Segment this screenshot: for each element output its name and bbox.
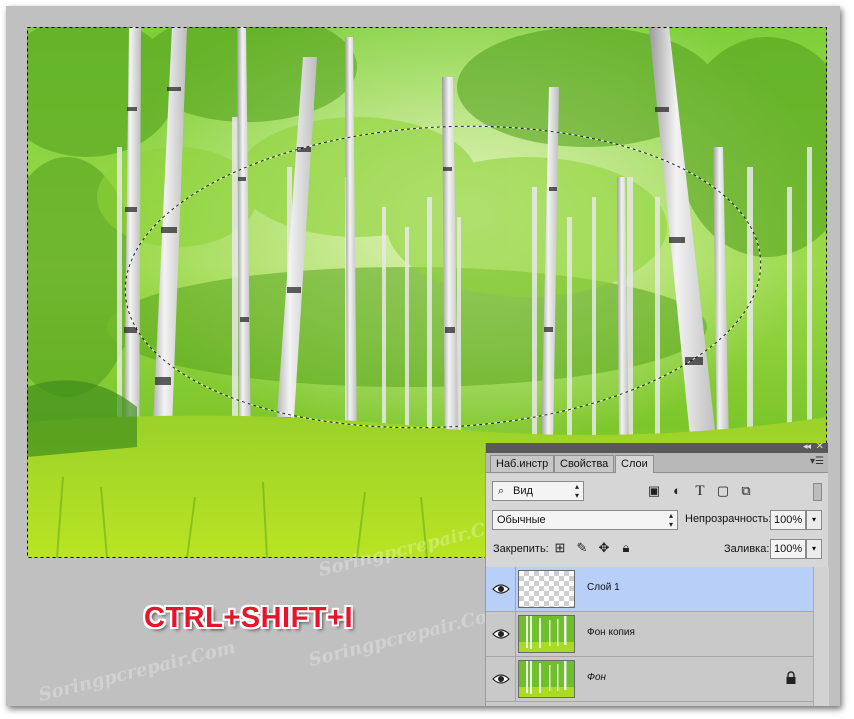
watermark: Soringpcrepair.Com bbox=[36, 636, 238, 706]
layer-name[interactable]: Фон копия bbox=[587, 627, 635, 638]
eye-icon[interactable] bbox=[492, 671, 510, 687]
blend-mode-value: Обычные bbox=[497, 514, 546, 526]
layer-filter-label: Вид bbox=[513, 485, 533, 497]
layer-thumbnail[interactable] bbox=[518, 570, 575, 608]
panel-title-bar: ◂◂ ✕ bbox=[486, 441, 828, 453]
search-icon: ⌕ bbox=[498, 485, 505, 497]
layer-name[interactable]: Слой 1 bbox=[587, 582, 620, 593]
lock-position-icon[interactable]: ✥ bbox=[596, 540, 612, 556]
tab-layers[interactable]: Слои bbox=[615, 455, 654, 473]
chevron-updown-icon: ▴ ▾ bbox=[668, 511, 673, 529]
eye-icon[interactable] bbox=[492, 626, 510, 642]
lock-all-icon[interactable]: 🔒︎ bbox=[618, 540, 634, 556]
collapse-panel-icon[interactable]: ◂◂ bbox=[803, 441, 811, 452]
eye-icon[interactable] bbox=[492, 581, 510, 597]
layers-list: Слой 1 Фон копия Фон bbox=[486, 567, 813, 706]
opacity-input[interactable]: 100% bbox=[770, 510, 806, 530]
layers-scrollbar[interactable] bbox=[813, 567, 829, 706]
lock-brush-icon[interactable]: ✎ bbox=[574, 540, 590, 556]
layer-row-background[interactable]: Фон bbox=[486, 657, 813, 702]
photoshop-window: Soringpcrepair.Com Soringpcrepair.Com So… bbox=[6, 6, 840, 706]
lock-pixels-icon[interactable]: ⊞ bbox=[552, 540, 568, 556]
fill-input[interactable]: 100% bbox=[770, 539, 806, 559]
filter-toggle-switch[interactable] bbox=[813, 483, 822, 501]
layer-row-layer1[interactable]: Слой 1 bbox=[486, 567, 813, 612]
fill-dropdown-button[interactable]: ▾ bbox=[806, 539, 822, 559]
visibility-divider bbox=[515, 657, 516, 701]
close-panel-icon[interactable]: ✕ bbox=[816, 441, 824, 452]
layer-filter-dropdown[interactable]: ⌕ Вид ▴ ▾ bbox=[492, 481, 584, 501]
layer-name[interactable]: Фон bbox=[587, 672, 606, 683]
lock-icon bbox=[786, 671, 796, 684]
tab-tool-presets[interactable]: Наб.инстр bbox=[490, 455, 555, 472]
opacity-dropdown-button[interactable]: ▾ bbox=[806, 510, 822, 530]
layer-thumbnail[interactable] bbox=[518, 660, 575, 698]
shape-filter-icon[interactable]: ▢ bbox=[715, 483, 731, 499]
opacity-label: Непрозрачность: bbox=[685, 513, 772, 525]
panel-menu-icon[interactable]: ▾☰ bbox=[810, 456, 824, 467]
tab-properties[interactable]: Свойства bbox=[554, 455, 615, 472]
panel-tabs: Наб.инстр Свойства Слои ▾☰ bbox=[486, 453, 828, 473]
layers-panel: ◂◂ ✕ Наб.инстр Свойства Слои ▾☰ ⌕ Вид ▴ ▾… bbox=[485, 441, 829, 706]
smart-object-filter-icon[interactable]: ⧉ bbox=[738, 483, 754, 499]
hotkey-caption: CTRL+SHIFT+I bbox=[144, 602, 354, 634]
adjustment-filter-icon[interactable]: ◐ bbox=[669, 483, 685, 499]
document-canvas-area: Soringpcrepair.Com Soringpcrepair.Com So… bbox=[6, 6, 840, 706]
blend-mode-dropdown[interactable]: Обычные ▴ ▾ bbox=[492, 510, 678, 530]
layer-row-background-copy[interactable]: Фон копия bbox=[486, 612, 813, 657]
lock-label: Закрепить: bbox=[493, 543, 549, 555]
layer-thumbnail[interactable] bbox=[518, 615, 575, 653]
fill-label: Заливка: bbox=[724, 543, 770, 555]
type-filter-icon[interactable]: T bbox=[692, 483, 708, 499]
visibility-divider bbox=[515, 612, 516, 656]
chevron-updown-icon: ▴ ▾ bbox=[574, 482, 579, 500]
visibility-divider bbox=[515, 567, 516, 611]
image-filter-icon[interactable]: ▣ bbox=[646, 483, 662, 499]
